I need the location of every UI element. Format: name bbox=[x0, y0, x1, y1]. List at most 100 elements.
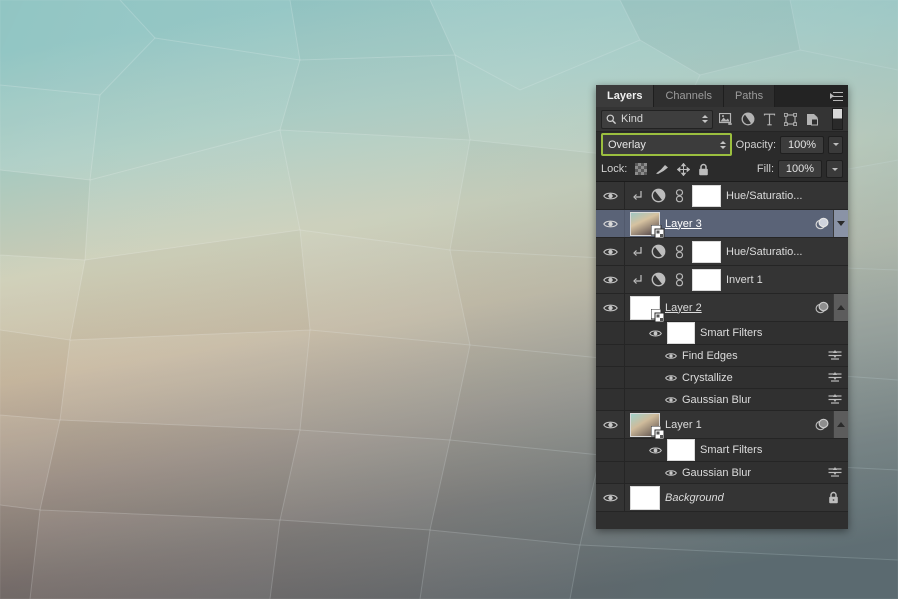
filter-blending-options-icon[interactable] bbox=[822, 467, 848, 478]
filter-blending-options-icon[interactable] bbox=[822, 372, 848, 383]
eye-icon bbox=[602, 421, 618, 428]
layer-thumbnail[interactable] bbox=[630, 485, 660, 510]
eye-icon bbox=[665, 396, 677, 403]
lock-position-icon[interactable] bbox=[677, 162, 691, 176]
layer-name: Hue/Saturatio... bbox=[726, 189, 803, 202]
clipping-mask-icon bbox=[630, 190, 645, 202]
layer-name[interactable]: Layer 3 bbox=[665, 218, 702, 230]
layer-row-layer-2[interactable]: Layer 2 bbox=[596, 294, 848, 322]
layer-row-layer-3[interactable]: Layer 3 bbox=[596, 210, 848, 238]
smart-filter-row-find-edges[interactable]: Find Edges bbox=[596, 345, 848, 367]
smart-object-badge-icon bbox=[650, 425, 665, 440]
eye-icon bbox=[602, 304, 618, 311]
filter-toggle-switch[interactable] bbox=[832, 108, 843, 130]
smart-filters-visibility-toggle[interactable] bbox=[649, 446, 662, 455]
visibility-toggle[interactable] bbox=[596, 182, 625, 209]
visibility-toggle[interactable] bbox=[596, 266, 625, 293]
lock-image-pixels-icon[interactable] bbox=[655, 163, 669, 175]
layer-row-background[interactable]: Background bbox=[596, 484, 848, 512]
smart-filters-badge-icon[interactable] bbox=[811, 217, 833, 231]
smart-filters-visibility-toggle[interactable] bbox=[649, 329, 662, 338]
fill-label: Fill: bbox=[756, 163, 774, 175]
visibility-toggle[interactable] bbox=[596, 294, 625, 321]
background-lock-indicator bbox=[818, 491, 848, 504]
filter-name: Find Edges bbox=[682, 349, 738, 362]
smart-filter-row-crystallize[interactable]: Crystallize bbox=[596, 367, 848, 389]
visibility-toggle[interactable] bbox=[596, 484, 625, 511]
layer-row-layer-1[interactable]: Layer 1 bbox=[596, 411, 848, 439]
smart-filters-row-layer-2[interactable]: Smart Filters bbox=[596, 322, 848, 345]
layer-mask-thumbnail[interactable] bbox=[692, 184, 721, 207]
layer-row-hue-saturation-second[interactable]: Hue/Saturatio... bbox=[596, 238, 848, 266]
eye-icon bbox=[649, 447, 662, 453]
filter-blending-options-icon[interactable] bbox=[822, 350, 848, 361]
fill-dropdown-button[interactable] bbox=[826, 160, 843, 178]
filter-visibility-toggle[interactable] bbox=[665, 374, 677, 382]
adjustment-layer-icon[interactable] bbox=[739, 111, 755, 128]
smart-filters-badge-icon[interactable] bbox=[811, 418, 833, 432]
layer-name[interactable]: Layer 2 bbox=[665, 302, 702, 314]
filter-visibility-toggle[interactable] bbox=[665, 396, 677, 404]
layer-row-hue-saturation-top[interactable]: Hue/Saturatio... bbox=[596, 182, 848, 210]
filter-name: Gaussian Blur bbox=[682, 393, 752, 406]
layer-row-invert-1[interactable]: Invert 1 bbox=[596, 266, 848, 294]
filter-name: Crystallize bbox=[682, 371, 733, 384]
expand-collapse-toggle[interactable] bbox=[833, 210, 848, 237]
blend-mode-row: Overlay Opacity: 100% bbox=[596, 132, 848, 157]
eye-icon bbox=[602, 220, 618, 227]
eye-icon bbox=[665, 469, 677, 476]
eye-icon bbox=[602, 248, 618, 255]
fill-input[interactable]: 100% bbox=[778, 160, 822, 178]
filter-kind-select[interactable]: Kind bbox=[601, 109, 713, 129]
smart-filter-row-gaussian-blur-layer-1[interactable]: Gaussian Blur bbox=[596, 462, 848, 484]
layer-mask-thumbnail[interactable] bbox=[692, 268, 721, 291]
layer-name[interactable]: Layer 1 bbox=[665, 419, 702, 431]
link-mask-icon[interactable] bbox=[672, 188, 687, 203]
layer-mask-thumbnail[interactable] bbox=[692, 240, 721, 263]
filter-blending-options-icon[interactable] bbox=[822, 394, 848, 405]
filter-kind-label: Kind bbox=[621, 113, 644, 125]
expand-collapse-toggle[interactable] bbox=[833, 294, 848, 321]
lock-all-icon[interactable] bbox=[698, 163, 709, 176]
smart-filters-badge-icon[interactable] bbox=[811, 301, 833, 315]
smart-object-icon[interactable] bbox=[804, 111, 820, 128]
smart-filter-row-gaussian-blur-layer-2[interactable]: Gaussian Blur bbox=[596, 389, 848, 411]
tab-channels[interactable]: Channels bbox=[654, 85, 724, 107]
pixel-layer-icon[interactable] bbox=[718, 111, 734, 128]
lock-transparency-icon[interactable] bbox=[635, 163, 648, 175]
clipping-mask-icon bbox=[630, 246, 645, 258]
opacity-input[interactable]: 100% bbox=[780, 135, 825, 154]
chevron-down-icon bbox=[832, 143, 839, 146]
panel-menu-button[interactable] bbox=[824, 85, 848, 107]
layer-thumbnail[interactable] bbox=[630, 412, 665, 439]
filter-visibility-toggle[interactable] bbox=[665, 469, 677, 477]
type-layer-icon[interactable] bbox=[761, 111, 777, 128]
hue-saturation-adjustment-icon bbox=[650, 188, 667, 203]
tab-paths[interactable]: Paths bbox=[723, 85, 776, 107]
layer-name: Hue/Saturatio... bbox=[726, 245, 803, 258]
shape-layer-icon[interactable] bbox=[782, 111, 798, 128]
eye-icon bbox=[665, 352, 677, 359]
chevron-up-icon bbox=[837, 305, 845, 310]
visibility-toggle[interactable] bbox=[596, 210, 625, 237]
layer-filter-row: Kind bbox=[596, 107, 848, 132]
opacity-dropdown-button[interactable] bbox=[828, 135, 843, 154]
smart-filter-mask-thumbnail[interactable] bbox=[667, 439, 695, 461]
opacity-label: Opacity: bbox=[735, 138, 777, 151]
visibility-toggle[interactable] bbox=[596, 411, 625, 438]
layer-thumbnail[interactable] bbox=[630, 295, 665, 322]
layer-name: Background bbox=[665, 491, 724, 504]
eye-icon bbox=[602, 276, 618, 283]
link-mask-icon[interactable] bbox=[672, 244, 687, 259]
smart-filter-mask-thumbnail[interactable] bbox=[667, 322, 695, 344]
tab-layers[interactable]: Layers bbox=[596, 85, 655, 107]
chevron-up-icon bbox=[837, 422, 845, 427]
visibility-toggle[interactable] bbox=[596, 238, 625, 265]
layers-list: Hue/Saturatio... Layer 3 Hue/Saturatio..… bbox=[596, 182, 848, 529]
expand-collapse-toggle[interactable] bbox=[833, 411, 848, 438]
link-mask-icon[interactable] bbox=[672, 272, 687, 287]
filter-visibility-toggle[interactable] bbox=[665, 352, 677, 360]
layer-thumbnail[interactable] bbox=[630, 211, 665, 238]
blend-mode-select[interactable]: Overlay bbox=[601, 133, 732, 156]
smart-filters-row-layer-1[interactable]: Smart Filters bbox=[596, 439, 848, 462]
